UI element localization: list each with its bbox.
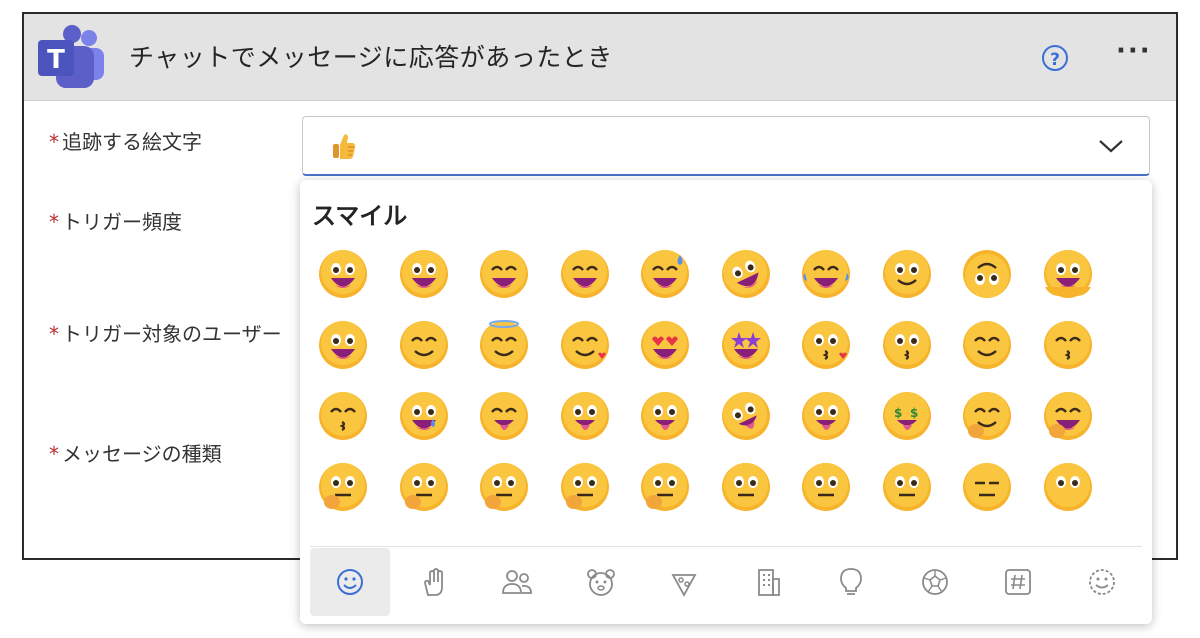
halo-face-emoji[interactable]	[477, 318, 531, 372]
svg-text:T: T	[47, 45, 65, 75]
hand-over-mouth-emoji[interactable]	[1041, 389, 1095, 443]
tab-building-icon[interactable]	[728, 548, 808, 616]
svg-text:$: $	[894, 406, 902, 420]
smiling-hearts-emoji[interactable]	[558, 318, 612, 372]
zipper-mouth-emoji[interactable]	[719, 460, 773, 514]
field-label-message-type: * メッセージの種類	[49, 442, 222, 466]
face-with-tongue-emoji[interactable]	[558, 389, 612, 443]
tab-food-icon[interactable]	[644, 548, 724, 616]
emoji-select[interactable]	[302, 116, 1150, 176]
help-icon[interactable]: ?	[1042, 45, 1068, 71]
thumbs-up-emoji-icon	[333, 134, 356, 159]
chevron-down-icon[interactable]	[1098, 137, 1124, 155]
smiling-eyes-emoji[interactable]	[397, 318, 451, 372]
winking-tongue-emoji[interactable]	[638, 389, 692, 443]
tears-of-joy-emoji[interactable]	[799, 247, 853, 301]
no-mouth-emoji[interactable]	[1041, 460, 1095, 514]
saluting-face-emoji[interactable]	[638, 460, 692, 514]
field-label-target-user: * トリガー対象のユーザー	[49, 322, 282, 346]
shushing-face-emoji[interactable]	[477, 460, 531, 514]
required-marker: *	[49, 210, 59, 234]
star-struck-emoji[interactable]	[719, 318, 773, 372]
raised-eyebrow-emoji[interactable]	[799, 460, 853, 514]
custom-emoji-icon	[1088, 569, 1115, 595]
required-marker: *	[49, 322, 59, 346]
squinting-tongue-emoji[interactable]	[799, 389, 853, 443]
required-marker: *	[49, 442, 59, 466]
trigger-title: チャットでメッセージに応答があったとき	[129, 43, 613, 72]
money-mouth-emoji[interactable]: $ $	[880, 389, 934, 443]
face-holding-back-tears-emoji[interactable]	[397, 389, 451, 443]
tab-people-icon[interactable]	[477, 548, 557, 616]
smiling-face-emoji[interactable]	[960, 318, 1014, 372]
rolling-on-floor-laughing-emoji[interactable]	[719, 247, 773, 301]
hugging-face-emoji[interactable]	[960, 389, 1014, 443]
beaming-face-emoji[interactable]	[558, 247, 612, 301]
savoring-food-emoji[interactable]	[477, 389, 531, 443]
thinking-face-emoji[interactable]	[558, 460, 612, 514]
hand-icon	[423, 568, 443, 596]
winking-face-emoji[interactable]	[316, 318, 370, 372]
ball-icon	[921, 569, 948, 595]
building-icon	[757, 569, 780, 596]
more-options-button[interactable]: ···	[1116, 36, 1152, 66]
grinning-sweat-emoji[interactable]	[638, 247, 692, 301]
expressionless-emoji[interactable]	[960, 460, 1014, 514]
divider	[310, 546, 1142, 547]
kissing-heart-emoji[interactable]	[799, 318, 853, 372]
heart-eyes-emoji[interactable]	[638, 318, 692, 372]
kissing-face-emoji[interactable]	[880, 318, 934, 372]
tab-ball-icon[interactable]	[895, 548, 975, 616]
emoji-picker: スマイル $ $	[300, 180, 1152, 624]
neutral-face-emoji[interactable]	[880, 460, 934, 514]
smiley-icon	[337, 569, 363, 595]
teams-logo-icon: T	[38, 25, 104, 88]
field-label-frequency: * トリガー頻度	[49, 210, 182, 234]
tab-custom-emoji-icon[interactable]	[1062, 548, 1142, 616]
emoji-category-tabs	[310, 548, 1142, 616]
slightly-smiling-emoji[interactable]	[880, 247, 934, 301]
card-header: T チャットでメッセージに応答があったとき ? ···	[24, 14, 1176, 101]
peeking-eye-emoji[interactable]	[397, 460, 451, 514]
food-icon	[671, 574, 697, 597]
people-icon	[502, 570, 532, 594]
symbol-icon	[1005, 569, 1031, 595]
tab-animal-icon[interactable]	[561, 548, 641, 616]
tab-hand-icon[interactable]	[394, 548, 474, 616]
grinning-big-eyes-emoji[interactable]	[397, 247, 451, 301]
category-title: スマイル	[312, 202, 408, 230]
field-label-emoji: * 追跡する絵文字	[49, 130, 202, 154]
upside-down-face-emoji[interactable]	[960, 247, 1014, 301]
grinning-face-emoji[interactable]	[316, 247, 370, 301]
melting-face-emoji[interactable]	[1041, 247, 1095, 301]
grinning-smiling-eyes-emoji[interactable]	[477, 247, 531, 301]
open-eyes-hand-over-mouth-emoji[interactable]	[316, 460, 370, 514]
tab-symbol-icon[interactable]	[978, 548, 1058, 616]
tab-smiley-icon[interactable]	[310, 548, 390, 616]
kissing-smiling-eyes-emoji[interactable]	[1041, 318, 1095, 372]
zany-face-emoji[interactable]	[719, 389, 773, 443]
required-marker: *	[49, 130, 59, 154]
kissing-closed-eyes-emoji[interactable]	[316, 389, 370, 443]
svg-text:$: $	[910, 406, 918, 420]
animal-icon	[586, 569, 615, 596]
tab-lightbulb-icon[interactable]	[811, 548, 891, 616]
lightbulb-icon	[840, 568, 862, 595]
